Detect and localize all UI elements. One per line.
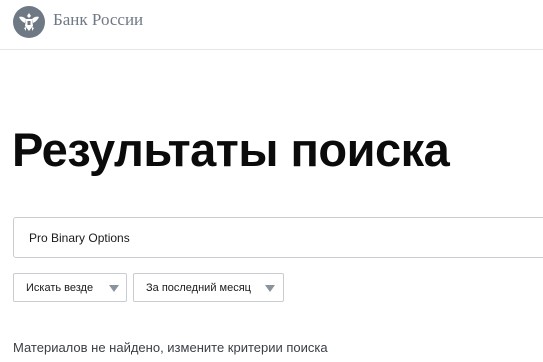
- page: Банк России Результаты поиска Искать вез…: [0, 0, 543, 362]
- search-box[interactable]: [13, 217, 543, 258]
- eagle-emblem-icon: [19, 13, 39, 31]
- search-input[interactable]: [29, 228, 509, 248]
- scope-filter-select[interactable]: Искать везде: [13, 273, 127, 302]
- no-results-message: Материалов не найдено, измените критерии…: [13, 340, 328, 355]
- period-filter-label: За последний месяц: [146, 282, 251, 294]
- scope-filter-label: Искать везде: [26, 282, 94, 294]
- site-header: Банк России: [0, 0, 543, 50]
- chevron-down-icon: [265, 285, 275, 292]
- page-title: Результаты поиска: [12, 123, 450, 176]
- period-filter-select[interactable]: За последний месяц: [133, 273, 284, 302]
- brand-name[interactable]: Банк России: [53, 10, 143, 30]
- bank-logo-icon[interactable]: [13, 6, 45, 38]
- chevron-down-icon: [109, 285, 119, 292]
